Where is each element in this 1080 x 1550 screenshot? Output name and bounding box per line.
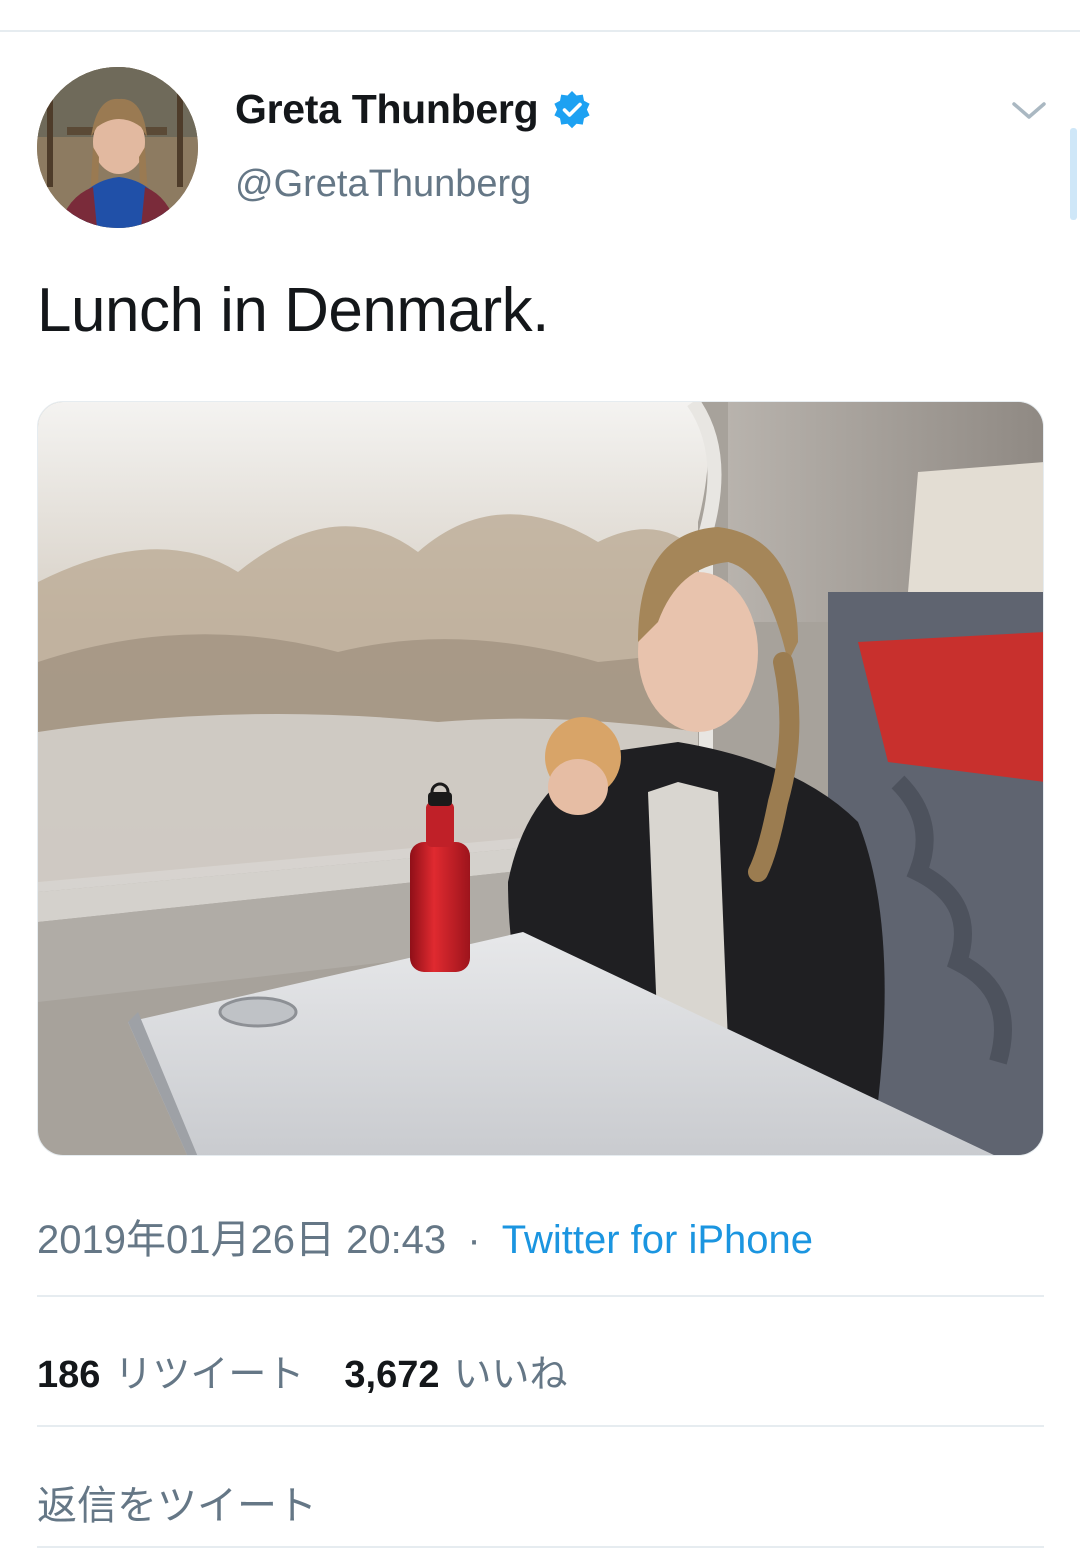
like-count: 3,672 [344,1354,440,1396]
user-name[interactable]: Greta Thunberg [235,86,539,133]
tweet-photo[interactable] [37,401,1044,1156]
top-divider [0,30,1080,32]
retweet-count: 186 [37,1354,101,1396]
user-handle[interactable]: @GretaThunberg [235,163,531,206]
reply-input[interactable]: 返信をツイート [37,1473,317,1531]
tweet-stats: 186 リツイート 3,672 いいね [37,1343,608,1398]
avatar[interactable] [37,67,198,228]
tweet-text: Lunch in Denmark. [37,276,549,345]
meta-separator: · [467,1218,481,1262]
divider [37,1295,1044,1297]
tweet-source-link[interactable]: Twitter for iPhone [502,1218,813,1262]
like-count-link[interactable]: 3,672 いいね [344,1343,567,1398]
tweet-timestamp[interactable]: 2019年01月26日 20:43 [37,1218,446,1262]
chevron-down-icon[interactable] [1010,95,1048,125]
divider [37,1425,1044,1427]
divider [37,1546,1044,1548]
retweet-label: リツイート [114,1354,305,1396]
verified-badge-icon [552,90,592,130]
tweet-meta: 2019年01月26日 20:43 · Twitter for iPhone [37,1207,813,1265]
like-label: いいね [453,1354,568,1396]
photo-image [38,402,1043,1155]
user-name-row[interactable]: Greta Thunberg [235,86,592,133]
scroll-indicator[interactable] [1070,128,1077,220]
retweet-count-link[interactable]: 186 リツイート [37,1343,304,1398]
avatar-image [37,67,198,228]
